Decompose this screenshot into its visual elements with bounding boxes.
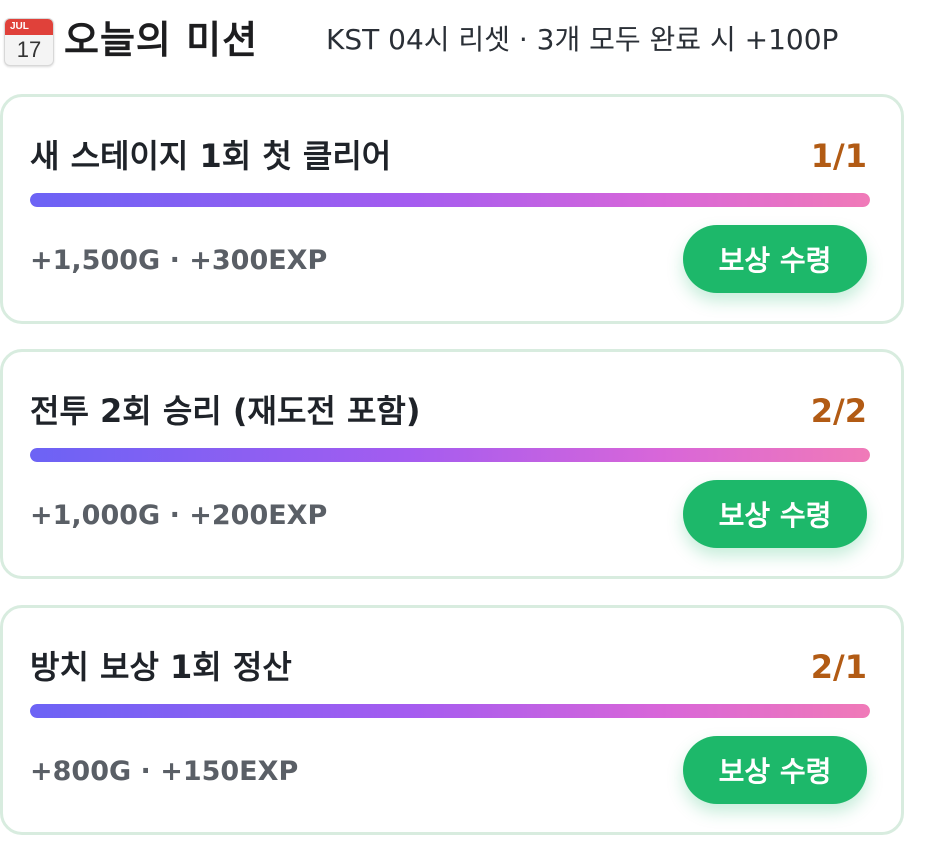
mission-progress-count: 2/2 [810,392,867,430]
reset-info-text: KST 04시 리셋 · 3개 모두 완료 시 +100P [326,23,839,56]
mission-card: 방치 보상 1회 정산 2/1 +800G · +150EXP 보상 수령 [0,605,904,835]
mission-header: JUL 17 오늘의 미션 KST 04시 리셋 · 3개 모두 완료 시 +1… [0,0,935,82]
page-title: 오늘의 미션 [64,18,259,62]
progress-bar [30,448,870,462]
claim-reward-button[interactable]: 보상 수령 [683,480,867,548]
mission-card: 전투 2회 승리 (재도전 포함) 2/2 +1,000G · +200EXP … [0,349,904,579]
mission-progress-count: 1/1 [810,137,867,175]
mission-card: 새 스테이지 1회 첫 클리어 1/1 +1,500G · +300EXP 보상… [0,94,904,324]
claim-reward-button[interactable]: 보상 수령 [683,225,867,293]
calendar-day: 17 [16,37,42,62]
progress-bar-fill [30,448,870,462]
mission-reward: +800G · +150EXP [30,756,299,787]
calendar-month: JUL [5,19,53,35]
progress-bar [30,704,870,718]
mission-name: 전투 2회 승리 (재도전 포함) [30,392,421,430]
progress-bar [30,193,870,207]
mission-name: 방치 보상 1회 정산 [30,648,292,686]
mission-reward: +1,500G · +300EXP [30,245,328,276]
claim-reward-button[interactable]: 보상 수령 [683,736,867,804]
calendar-icon: JUL 17 [4,18,54,66]
progress-bar-fill [30,193,870,207]
mission-reward: +1,000G · +200EXP [30,500,328,531]
mission-name: 새 스테이지 1회 첫 클리어 [30,137,392,175]
mission-progress-count: 2/1 [810,648,867,686]
progress-bar-fill [30,704,870,718]
